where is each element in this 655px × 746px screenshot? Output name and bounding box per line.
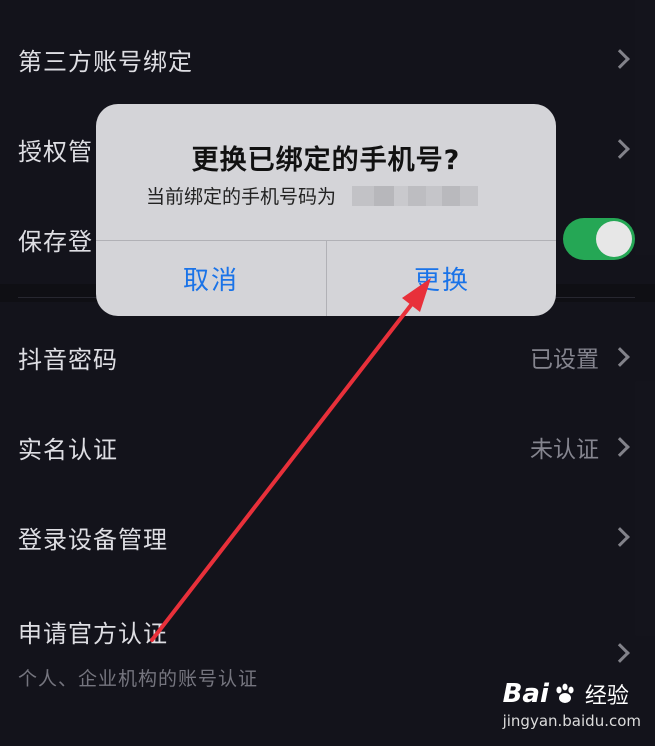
watermark-url: jingyan.baidu.com xyxy=(502,712,641,730)
annotation-arrow-icon xyxy=(150,278,431,642)
baidu-jingyan-watermark: Bai 经验 jingyan.baidu.com xyxy=(503,678,641,730)
watermark-brand-text: Bai xyxy=(502,679,549,709)
settings-screen: 第三方账号绑定 授权管 保存登 抖音密码 已设置 实名认证 未认证 登录设备管理… xyxy=(0,0,655,746)
watermark-brand: Bai 经验 xyxy=(503,678,641,710)
paw-icon xyxy=(553,682,577,706)
watermark-brand-suffix: 经验 xyxy=(584,684,629,709)
